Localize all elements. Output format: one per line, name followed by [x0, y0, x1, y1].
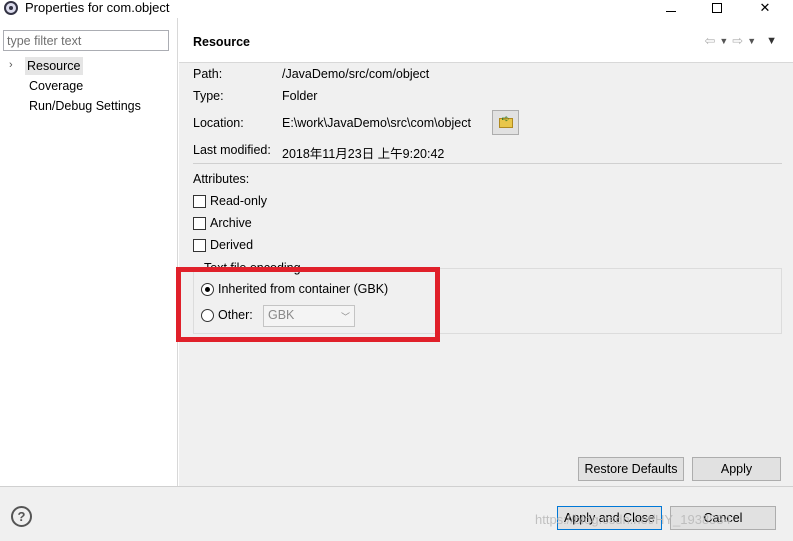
help-icon[interactable]: ?	[11, 506, 32, 527]
checkbox-icon	[193, 238, 206, 252]
location-label: Location:	[193, 116, 244, 130]
location-value: E:\work\JavaDemo\src\com\object	[282, 116, 471, 130]
read-only-checkbox[interactable]: Read-only	[193, 194, 267, 208]
modified-label: Last modified:	[193, 143, 271, 157]
other-encoding-radio[interactable]: Other:	[201, 308, 253, 322]
checkbox-icon	[193, 216, 206, 230]
minimize-button[interactable]	[648, 0, 694, 16]
derived-checkbox[interactable]: Derived	[193, 238, 253, 252]
archive-checkbox[interactable]: Archive	[193, 216, 252, 230]
checkbox-icon	[193, 194, 206, 208]
eclipse-app-icon	[4, 1, 18, 15]
modified-value: 2018年11月23日 上午9:20:42	[282, 147, 445, 161]
attributes-label: Attributes:	[193, 172, 250, 186]
archive-label: Archive	[210, 216, 252, 230]
tree-item-coverage[interactable]: Coverage	[27, 77, 85, 95]
cancel-button[interactable]: Cancel	[670, 506, 776, 530]
type-label: Type:	[193, 89, 224, 103]
tree-item-resource[interactable]: Resource	[25, 57, 83, 75]
maximize-button[interactable]	[694, 0, 740, 16]
page-title: Resource	[193, 35, 250, 49]
radio-selected-icon	[201, 282, 214, 296]
history-nav: ⇦ ▼ ⇨ ▼ ▼	[704, 33, 777, 49]
left-pane: › Resource Coverage Run/Debug Settings	[0, 18, 178, 486]
radio-icon	[201, 308, 214, 322]
other-encoding-label: Other:	[218, 308, 253, 322]
filter-input[interactable]	[3, 30, 169, 51]
restore-defaults-button[interactable]: Restore Defaults	[578, 457, 684, 481]
path-value: /JavaDemo/src/com/object	[282, 67, 430, 81]
encoding-legend: Text file encoding	[202, 261, 303, 275]
right-pane: Resource ⇦ ▼ ⇨ ▼ ▼ Path: /JavaDemo/src/c…	[179, 18, 793, 486]
show-in-explorer-button[interactable]	[492, 110, 519, 135]
type-value: Folder	[282, 89, 318, 103]
tree-item-run-debug-settings[interactable]: Run/Debug Settings	[27, 97, 143, 115]
maximize-icon	[712, 3, 722, 13]
encoding-select-value: GBK	[268, 308, 295, 322]
back-arrow-icon[interactable]: ⇦	[704, 33, 715, 49]
open-folder-icon	[498, 114, 513, 128]
window-title: Properties for com.object	[25, 0, 170, 15]
encoding-select[interactable]: GBK ﹀	[263, 305, 355, 327]
chevron-right-icon[interactable]: ›	[9, 59, 13, 71]
forward-dropdown-icon[interactable]: ▼	[747, 36, 756, 46]
title-bar: Properties for com.object ✕	[0, 0, 793, 18]
close-icon: ✕	[759, 0, 771, 15]
view-menu-icon[interactable]: ▼	[766, 35, 777, 47]
page-header: Resource ⇦ ▼ ⇨ ▼ ▼	[179, 18, 793, 62]
dialog-footer: ? Apply and Close Cancel https://blog.cs…	[0, 486, 793, 541]
inherited-encoding-label: Inherited from container (GBK)	[218, 282, 389, 296]
inherited-encoding-radio[interactable]: Inherited from container (GBK)	[201, 282, 388, 296]
apply-and-close-button[interactable]: Apply and Close	[557, 506, 662, 530]
close-button[interactable]: ✕	[742, 0, 788, 16]
page-content: Path: /JavaDemo/src/com/object Type: Fol…	[179, 62, 793, 486]
read-only-label: Read-only	[210, 194, 267, 208]
apply-button[interactable]: Apply	[692, 457, 781, 481]
chevron-down-icon: ﹀	[340, 312, 350, 322]
back-dropdown-icon[interactable]: ▼	[719, 36, 728, 46]
derived-label: Derived	[210, 238, 254, 252]
separator	[193, 163, 782, 164]
minimize-icon	[666, 10, 676, 12]
forward-arrow-icon[interactable]: ⇨	[732, 33, 743, 49]
path-label: Path:	[193, 67, 223, 81]
